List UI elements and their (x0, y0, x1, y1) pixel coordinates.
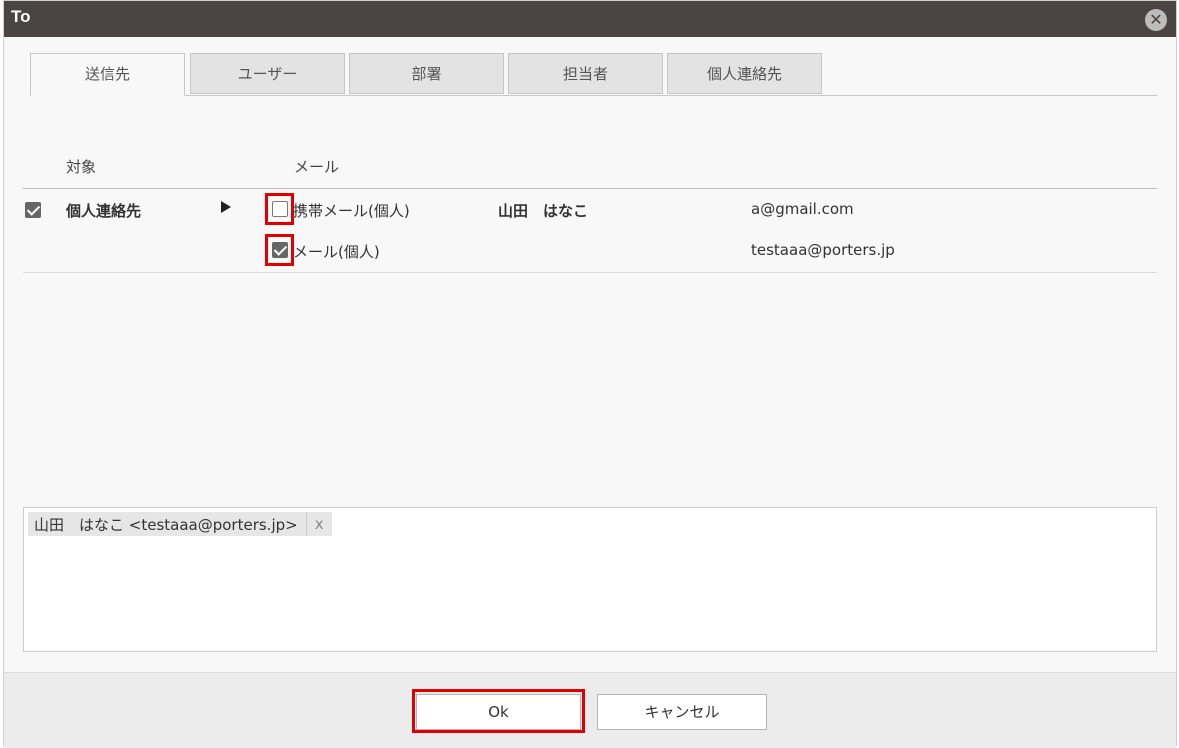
tab-persons-in-charge[interactable]: 担当者 (508, 53, 663, 94)
cancel-button[interactable]: キャンセル (597, 694, 767, 730)
mobile-mail-type: 携帯メール(個人) (293, 202, 410, 220)
mail-address: testaaa@porters.jp (751, 241, 895, 259)
mobile-mail-checkbox[interactable] (272, 201, 288, 217)
to-dialog: To ✕ 送信先 ユーザー 部署 担当者 個人連絡先 対象 メール 個人連絡先 … (3, 0, 1177, 748)
column-header-target: 対象 (66, 158, 97, 176)
row-divider (23, 272, 1157, 273)
remove-recipient-icon[interactable]: x (305, 512, 332, 536)
tab-departments[interactable]: 部署 (349, 53, 504, 94)
expand-arrow-icon[interactable] (221, 201, 231, 213)
recipient-chip-label: 山田 はなこ <testaaa@porters.jp> (34, 515, 298, 534)
header-divider (23, 188, 1157, 189)
column-header-mail: メール (294, 158, 340, 176)
dialog-footer: Ok キャンセル (4, 672, 1176, 748)
mobile-mail-address: a@gmail.com (751, 200, 854, 218)
mail-checkbox[interactable] (272, 242, 288, 258)
tab-recipients[interactable]: 送信先 (30, 53, 185, 96)
tab-users[interactable]: ユーザー (190, 53, 345, 94)
row-target-label: 個人連絡先 (66, 202, 142, 220)
contact-name: 山田 はなこ (498, 202, 589, 220)
tab-bar: 送信先 ユーザー 部署 担当者 個人連絡先 (30, 53, 1157, 96)
dialog-title: To (11, 7, 31, 26)
selected-recipients-box[interactable]: 山田 はなこ <testaaa@porters.jp> x (23, 507, 1157, 652)
close-icon[interactable]: ✕ (1145, 9, 1167, 31)
ok-button[interactable]: Ok (416, 694, 581, 730)
mail-type: メール(個人) (293, 243, 380, 261)
tab-personal-contacts[interactable]: 個人連絡先 (667, 53, 822, 94)
row-select-checkbox[interactable] (25, 202, 41, 218)
recipient-chip: 山田 はなこ <testaaa@porters.jp> x (28, 512, 332, 536)
dialog-titlebar: To ✕ (4, 1, 1176, 37)
